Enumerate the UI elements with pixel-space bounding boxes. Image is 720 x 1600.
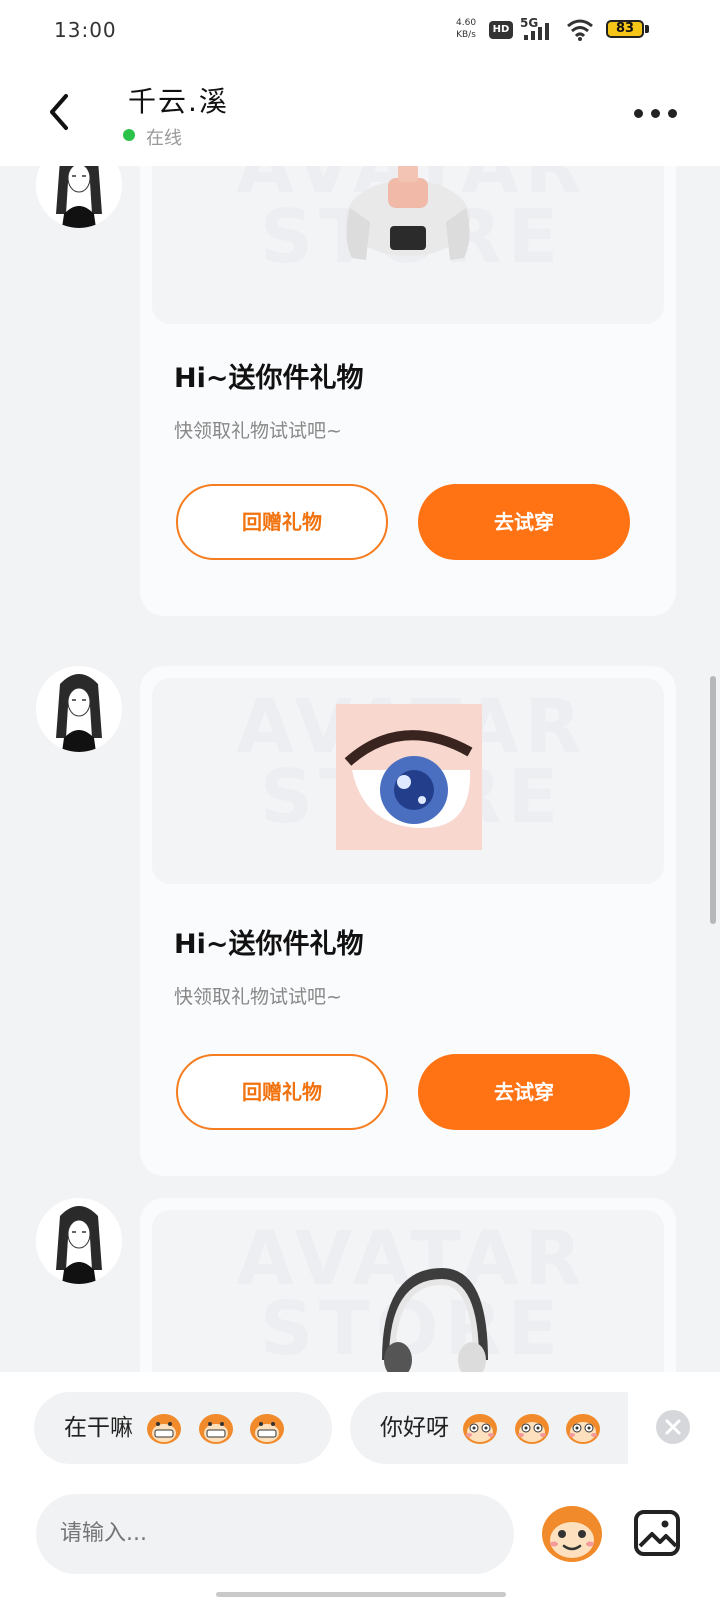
wifi-icon — [566, 18, 594, 42]
status-time: 13:00 — [54, 18, 117, 42]
grinning-monkey-icon — [198, 1413, 233, 1444]
girl-portrait-icon — [36, 166, 122, 228]
gift-card-subtitle: 快领取礼物试试吧~ — [174, 986, 342, 1008]
chat-header: 千云.溪 在线 — [0, 62, 720, 166]
battery-level: 83 — [615, 21, 635, 36]
girl-portrait-icon — [36, 666, 122, 752]
close-icon — [665, 1419, 681, 1435]
online-status-text: 在线 — [146, 128, 182, 149]
gift-card: AVATAR STORE — [140, 1198, 676, 1372]
anime-eye-item-icon — [336, 704, 482, 850]
headphones-item-icon — [382, 1267, 488, 1372]
more-options-button[interactable] — [634, 102, 678, 122]
contact-name: 千云.溪 — [128, 85, 229, 118]
scrollbar[interactable] — [710, 676, 716, 924]
gift-card-title: Hi~送你件礼物 — [174, 363, 364, 394]
gift-preview[interactable]: AVATAR STORE — [152, 166, 664, 324]
try-on-button[interactable]: 去试穿 — [418, 1054, 630, 1130]
more-dot-icon — [651, 109, 660, 118]
sender-avatar[interactable] — [36, 666, 122, 752]
blushing-monkey-icon — [514, 1413, 549, 1444]
gift-preview[interactable]: AVATAR STORE — [152, 1210, 664, 1372]
grinning-monkey-icon — [147, 1413, 182, 1444]
return-gift-button[interactable]: 回赠礼物 — [176, 484, 388, 560]
online-status-dot — [123, 129, 135, 141]
gift-card: AVATAR STORE Hi~送你件礼物 快领取礼物试试吧~ 回赠礼物 去试穿 — [140, 166, 676, 616]
chevron-left-icon — [50, 94, 68, 130]
home-indicator[interactable] — [216, 1592, 506, 1597]
status-bar: 13:00 4.60 KB/s HD 5G 83 — [0, 0, 720, 62]
gift-card-title: Hi~送你件礼物 — [174, 929, 364, 960]
quick-reply-text: 你好呀 — [380, 1415, 449, 1441]
network-speed-unit: KB/s — [456, 30, 476, 40]
monkey-emoji-icon — [542, 1506, 602, 1562]
try-on-button[interactable]: 去试穿 — [418, 484, 630, 560]
grinning-monkey-icon — [249, 1413, 284, 1444]
gift-card: AVATAR STORE Hi~送你件礼物 快领取礼物试试吧~ 回赠礼物 去试穿 — [140, 666, 676, 1176]
signal-icon: 5G — [520, 16, 558, 42]
blushing-monkey-icon — [463, 1413, 498, 1444]
more-dot-icon — [668, 109, 677, 118]
network-speed-value: 4.60 — [456, 18, 477, 28]
quick-reply-text: 在干嘛 — [64, 1415, 133, 1441]
message-input[interactable] — [36, 1494, 514, 1574]
send-image-button[interactable] — [632, 1508, 682, 1558]
gift-preview[interactable]: AVATAR STORE — [152, 678, 664, 884]
close-quick-replies-button[interactable] — [656, 1410, 690, 1444]
more-dot-icon — [634, 109, 643, 118]
battery-icon: 83 — [606, 20, 650, 40]
hd-icon: HD — [489, 21, 513, 39]
cardigan-item-icon — [346, 166, 470, 260]
girl-portrait-icon — [36, 1198, 122, 1284]
image-icon — [634, 1510, 680, 1556]
network-speed: 4.60 KB/s — [456, 17, 476, 41]
blushing-monkey-icon — [565, 1413, 600, 1444]
gift-card-subtitle: 快领取礼物试试吧~ — [174, 420, 342, 442]
sender-avatar[interactable] — [36, 1198, 122, 1284]
return-gift-button[interactable]: 回赠礼物 — [176, 1054, 388, 1130]
quick-reply-chip[interactable]: 在干嘛 — [34, 1392, 332, 1464]
emoji-picker-button[interactable] — [538, 1498, 606, 1568]
back-button[interactable] — [40, 90, 80, 134]
composer-area: 在干嘛 你好呀 — [0, 1372, 720, 1600]
sender-avatar[interactable] — [36, 166, 122, 228]
chat-message-list[interactable]: AVATAR STORE Hi~送你件礼物 快领取礼物试试吧~ 回赠礼物 去试穿 — [0, 166, 720, 1372]
quick-reply-chip[interactable]: 你好呀 — [350, 1392, 628, 1464]
